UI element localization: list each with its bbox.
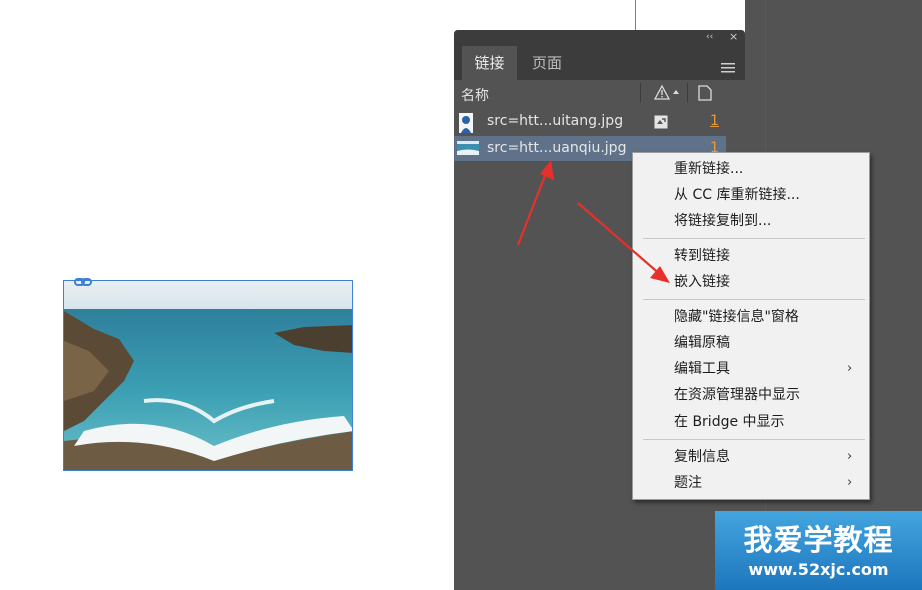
menu-item-label: 转到链接 (674, 248, 730, 264)
menu-item-embed-link[interactable]: 嵌入链接 (633, 269, 869, 295)
column-divider (640, 83, 641, 103)
menu-item-reveal-in-bridge[interactable]: 在 Bridge 中显示 (633, 409, 869, 435)
menu-item-label: 在 Bridge 中显示 (674, 414, 785, 430)
menu-item-go-to-link[interactable]: 转到链接 (633, 243, 869, 269)
column-divider (687, 83, 688, 103)
menu-item-label: 将链接复制到... (674, 213, 772, 229)
menu-item-label: 复制信息 (674, 449, 730, 465)
context-menu: 重新链接... 从 CC 库重新链接... 将链接复制到... 转到链接 嵌入链… (632, 152, 870, 500)
menu-item-relink-from-cc-library[interactable]: 从 CC 库重新链接... (633, 182, 869, 208)
link-file-name: src=htt...uitang.jpg (487, 113, 624, 129)
menu-item-label: 编辑原稿 (674, 335, 730, 351)
guide-line (635, 0, 636, 30)
menu-item-label: 隐藏"链接信息"窗格 (674, 309, 799, 325)
seascape-thumbnail-icon (457, 140, 479, 157)
panel-menu-icon[interactable] (721, 58, 735, 73)
menu-separator (643, 238, 865, 239)
menu-item-label: 从 CC 库重新链接... (674, 187, 800, 203)
menu-item-label: 嵌入链接 (674, 274, 730, 290)
menu-item-relink[interactable]: 重新链接... (633, 156, 869, 182)
page-column-icon[interactable] (698, 85, 712, 101)
panel-tabs: 链接 页面 (454, 46, 745, 80)
menu-item-edit-original[interactable]: 编辑原稿 (633, 330, 869, 356)
menu-item-label: 编辑工具 (674, 361, 730, 377)
watermark-title: 我爱学教程 (743, 523, 894, 557)
menu-item-reveal-in-explorer[interactable]: 在资源管理器中显示 (633, 382, 869, 408)
link-row[interactable]: src=htt...uitang.jpg 1 (454, 109, 726, 134)
status-warning-icon[interactable] (653, 84, 682, 101)
menu-item-copy-links-to[interactable]: 将链接复制到... (633, 208, 869, 234)
menu-separator (643, 299, 865, 300)
close-panel-icon[interactable]: × (729, 30, 738, 43)
column-name-header[interactable]: 名称 (461, 85, 489, 105)
links-column-header: 名称 (454, 80, 745, 106)
portrait-thumbnail-icon (457, 113, 477, 133)
menu-item-edit-with[interactable]: 编辑工具 › (633, 356, 869, 382)
menu-item-copy-info[interactable]: 复制信息 › (633, 444, 869, 470)
menu-item-label: 题注 (674, 475, 702, 491)
collapse-panel-icon[interactable]: ‹‹ (706, 32, 713, 42)
submenu-chevron-icon: › (847, 449, 853, 464)
link-file-name: src=htt...uanqiu.jpg (487, 140, 627, 156)
menu-item-label: 重新链接... (674, 161, 744, 177)
link-page-number[interactable]: 1 (710, 113, 719, 129)
site-watermark: 我爱学教程 www.52xjc.com (715, 511, 922, 590)
panel-title-bar: ‹‹ × (454, 30, 745, 46)
modified-status-icon[interactable] (654, 114, 668, 129)
tab-pages[interactable]: 页面 (517, 46, 577, 80)
tab-links[interactable]: 链接 (462, 46, 517, 80)
seascape-image (64, 281, 352, 470)
menu-item-label: 在资源管理器中显示 (674, 387, 800, 403)
watermark-url: www.52xjc.com (748, 560, 889, 579)
menu-item-captions[interactable]: 题注 › (633, 470, 869, 496)
placed-image-frame[interactable] (63, 280, 353, 471)
submenu-chevron-icon: › (847, 475, 853, 490)
menu-separator (643, 439, 865, 440)
submenu-chevron-icon: › (847, 361, 853, 376)
link-chain-icon[interactable] (74, 273, 92, 286)
menu-item-hide-link-info[interactable]: 隐藏"链接信息"窗格 (633, 304, 869, 330)
